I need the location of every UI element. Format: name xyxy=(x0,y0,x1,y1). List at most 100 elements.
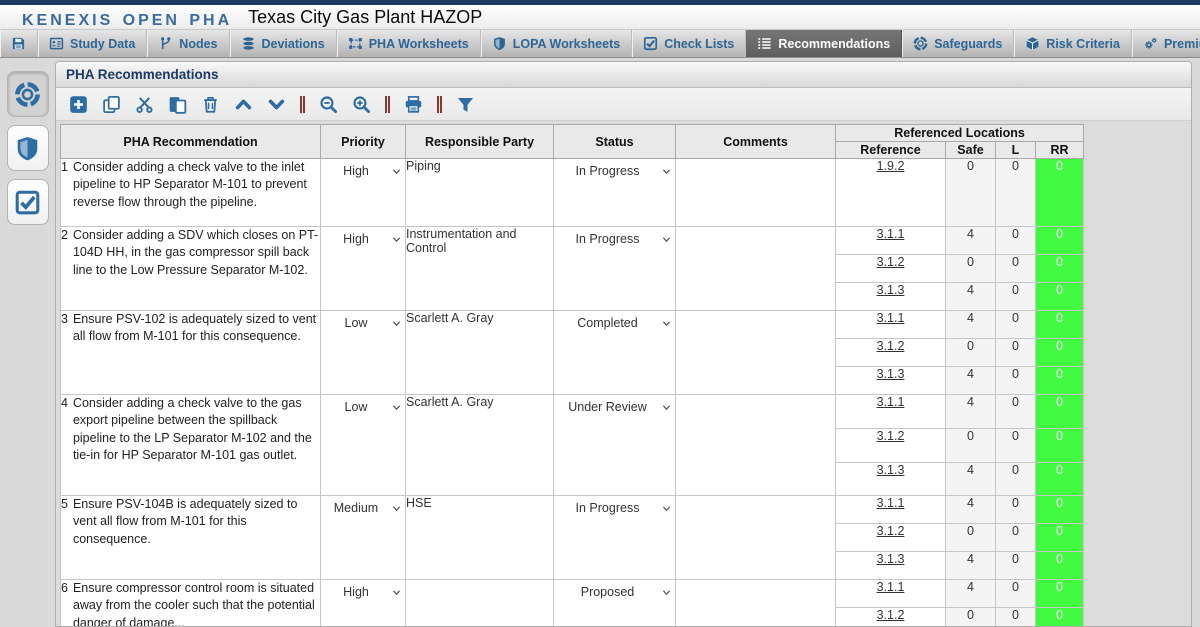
priority-select[interactable]: Low xyxy=(321,311,405,330)
priority-select[interactable]: High xyxy=(321,580,405,599)
reference-cell: 3.1.3 xyxy=(836,463,946,496)
nav-item-risk-criteria[interactable]: Risk Criteria xyxy=(1014,30,1132,57)
nav-item-check-lists[interactable]: Check Lists xyxy=(632,30,746,57)
sidebar-tab-safeguards[interactable] xyxy=(7,71,49,117)
chevron-down-icon xyxy=(661,166,672,177)
responsible-cell[interactable]: Piping xyxy=(406,159,554,227)
l-cell: 0 xyxy=(996,255,1036,283)
status-select[interactable]: In Progress xyxy=(554,227,675,246)
responsible-cell[interactable]: HSE xyxy=(406,496,554,580)
nav-item-lopa-worksheets[interactable]: LOPA Worksheets xyxy=(481,30,632,57)
reference-link[interactable]: 3.1.3 xyxy=(877,552,905,566)
reference-link[interactable]: 3.1.2 xyxy=(877,524,905,538)
recommendation-cell[interactable]: 5Ensure PSV-104B is adequately sized to … xyxy=(61,496,321,580)
delete-button[interactable] xyxy=(201,95,220,114)
panel-header: PHA Recommendations xyxy=(56,62,1191,88)
recommendation-text: Consider adding a check valve to the inl… xyxy=(73,159,320,211)
recommendation-cell[interactable]: 4Consider adding a check valve to the ga… xyxy=(61,395,321,496)
reference-link[interactable]: 3.1.1 xyxy=(877,395,905,409)
comments-cell[interactable] xyxy=(676,395,836,496)
nav-item-save[interactable] xyxy=(0,30,38,57)
reference-cell: 1.9.2 xyxy=(836,159,946,227)
cut-button[interactable] xyxy=(135,95,154,114)
reference-link[interactable]: 3.1.3 xyxy=(877,367,905,381)
paste-button[interactable] xyxy=(168,95,187,114)
col-status: Status xyxy=(554,125,676,159)
recommendation-cell[interactable]: 3Ensure PSV-102 is adequately sized to v… xyxy=(61,311,321,395)
comments-cell[interactable] xyxy=(676,227,836,311)
reference-cell: 3.1.2 xyxy=(836,429,946,463)
reference-cell: 3.1.3 xyxy=(836,367,946,395)
zoom-in-button[interactable] xyxy=(352,95,371,114)
chevron-down-icon xyxy=(661,318,672,329)
reference-link[interactable]: 3.1.1 xyxy=(877,496,905,510)
zoom-out-button[interactable] xyxy=(319,95,338,114)
reference-link[interactable]: 1.9.2 xyxy=(877,159,905,173)
navbar: Study DataNodesDeviationsPHA WorksheetsL… xyxy=(0,30,1200,58)
nav-item-safeguards[interactable]: Safeguards xyxy=(902,30,1014,57)
responsible-cell[interactable]: Scarlett A. Gray xyxy=(406,395,554,496)
reference-link[interactable]: 3.1.1 xyxy=(877,580,905,594)
priority-cell: High xyxy=(321,580,406,627)
id-card-icon xyxy=(49,36,64,51)
safe-cell: 0 xyxy=(946,339,996,367)
nav-item-pha-worksheets[interactable]: PHA Worksheets xyxy=(337,30,481,57)
status-value: In Progress xyxy=(576,232,640,246)
filter-button[interactable] xyxy=(456,95,475,114)
nav-item-study-data[interactable]: Study Data xyxy=(38,30,147,57)
sidebar-tab-checklist[interactable] xyxy=(7,179,49,225)
responsible-cell[interactable] xyxy=(406,580,554,627)
comments-cell[interactable] xyxy=(676,311,836,395)
comments-cell[interactable] xyxy=(676,496,836,580)
branch-icon xyxy=(158,36,173,51)
sidebar-tab-lopa[interactable] xyxy=(7,125,49,171)
table-scroll-area[interactable]: PHA Recommendation Priority Responsible … xyxy=(56,121,1191,626)
status-select[interactable]: Completed xyxy=(554,311,675,330)
priority-cell: Low xyxy=(321,311,406,395)
reference-link[interactable]: 3.1.1 xyxy=(877,311,905,325)
add-button[interactable] xyxy=(69,95,88,114)
reference-link[interactable]: 3.1.2 xyxy=(877,429,905,443)
gears-icon xyxy=(1143,36,1158,51)
recommendation-text: Consider adding a check valve to the gas… xyxy=(73,395,320,464)
reference-link[interactable]: 3.1.2 xyxy=(877,339,905,353)
status-select[interactable]: Under Review xyxy=(554,395,675,414)
sidebar xyxy=(0,58,55,627)
recommendation-cell[interactable]: 1Consider adding a check valve to the in… xyxy=(61,159,321,227)
status-select[interactable]: In Progress xyxy=(554,496,675,515)
comments-cell[interactable] xyxy=(676,159,836,227)
recommendation-cell[interactable]: 2Consider adding a SDV which closes on P… xyxy=(61,227,321,311)
print-button[interactable] xyxy=(404,95,423,114)
l-cell: 0 xyxy=(996,227,1036,255)
priority-value: High xyxy=(343,232,369,246)
nav-label-recommendations: Recommendations xyxy=(778,37,890,51)
responsible-cell[interactable]: Instrumentation and Control xyxy=(406,227,554,311)
safe-cell: 0 xyxy=(946,524,996,552)
move-up-button[interactable] xyxy=(234,95,253,114)
priority-select[interactable]: Low xyxy=(321,395,405,414)
copy-button[interactable] xyxy=(102,95,121,114)
reference-link[interactable]: 3.1.3 xyxy=(877,463,905,477)
nav-item-premium-tools[interactable]: Premium Tools xyxy=(1132,30,1200,57)
reference-cell: 3.1.2 xyxy=(836,608,946,627)
safe-cell: 4 xyxy=(946,552,996,580)
responsible-cell[interactable]: Scarlett A. Gray xyxy=(406,311,554,395)
reference-link[interactable]: 3.1.2 xyxy=(877,255,905,269)
row-number: 2 xyxy=(61,227,68,279)
reference-link[interactable]: 3.1.3 xyxy=(877,283,905,297)
rr-cell: 0 xyxy=(1036,552,1084,580)
comments-cell[interactable] xyxy=(676,580,836,627)
recommendation-cell[interactable]: 6Ensure compressor control room is situa… xyxy=(61,580,321,627)
status-select[interactable]: Proposed xyxy=(554,580,675,599)
priority-select[interactable]: High xyxy=(321,159,405,178)
move-down-button[interactable] xyxy=(267,95,286,114)
reference-link[interactable]: 3.1.1 xyxy=(877,227,905,241)
status-select[interactable]: In Progress xyxy=(554,159,675,178)
priority-select[interactable]: Medium xyxy=(321,496,405,515)
nav-item-recommendations[interactable]: Recommendations xyxy=(746,30,902,57)
nav-item-nodes[interactable]: Nodes xyxy=(147,30,229,57)
reference-link[interactable]: 3.1.2 xyxy=(877,608,905,622)
priority-select[interactable]: High xyxy=(321,227,405,246)
nav-item-deviations[interactable]: Deviations xyxy=(230,30,337,57)
priority-value: High xyxy=(343,164,369,178)
